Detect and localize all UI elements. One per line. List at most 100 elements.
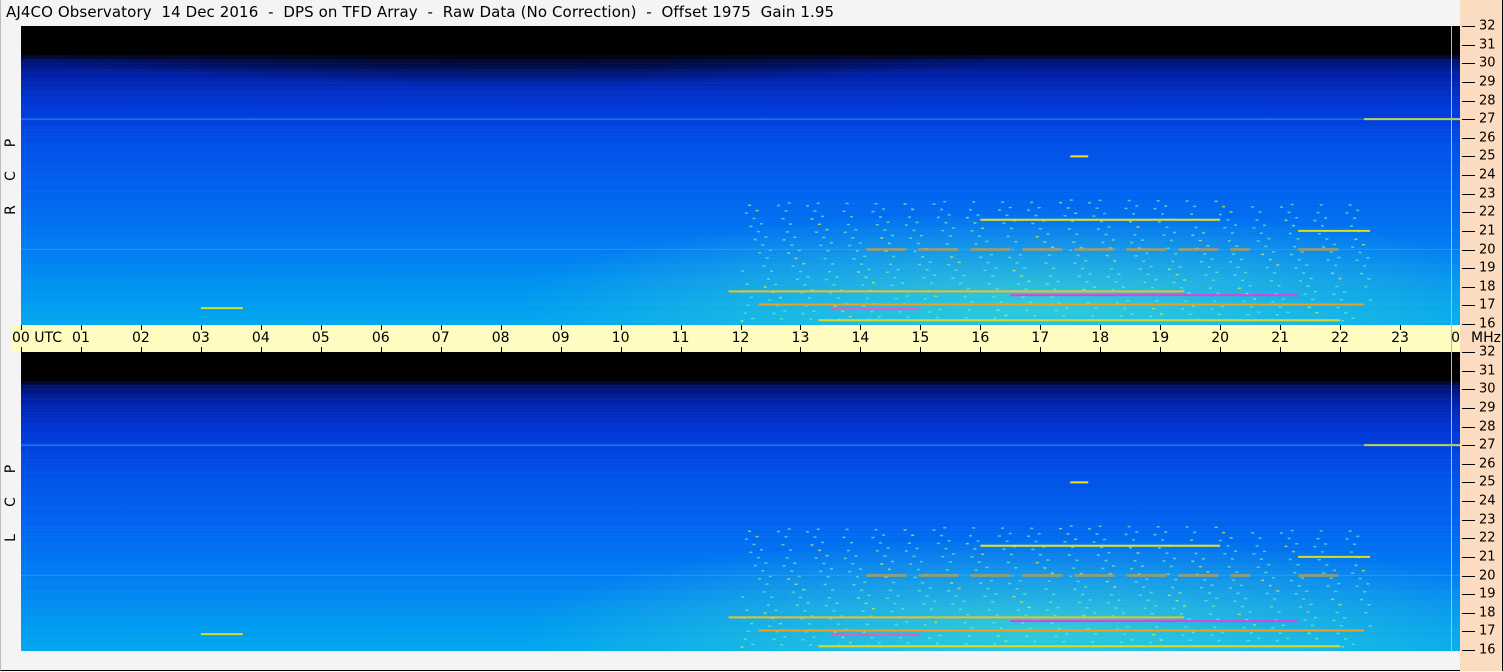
noise-speckle [1152,307,1156,310]
noise-speckle [1206,571,1210,573]
noise-speckle [1288,558,1292,561]
noise-speckle [1173,231,1177,234]
noise-speckle [915,547,919,550]
noise-speckle [753,238,757,241]
noise-speckle [1303,293,1307,295]
noise-speckle [996,635,1000,637]
noise-speckle [1201,558,1205,560]
noise-speckle [1164,531,1168,533]
noise-speckle [1165,552,1169,554]
noise-speckle [994,593,998,595]
noise-speckle [1175,273,1179,276]
noise-speckle [1296,238,1300,240]
noise-speckle [1057,301,1061,304]
noise-speckle [1162,560,1166,562]
noise-speckle [848,315,852,318]
noise-speckle [904,224,908,226]
noise-speckle [1277,611,1281,613]
noise-speckle [893,602,897,605]
noise-speckle [913,576,917,579]
noise-speckle [1142,586,1146,588]
noise-speckle [1077,275,1081,278]
noise-speckle [787,528,791,530]
noise-speckle [1133,234,1137,236]
noise-speckle [1135,205,1139,207]
noise-speckle [783,636,787,638]
noise-speckle [879,542,883,544]
noise-speckle [1293,245,1297,248]
noise-speckle [1008,582,1012,585]
noise-speckle [1134,255,1138,257]
freq-tick [1462,156,1475,158]
noise-speckle [976,214,980,216]
noise-speckle [817,549,821,552]
noise-speckle [744,212,748,214]
noise-speckle [806,276,810,278]
noise-speckle [1050,572,1054,575]
noise-speckle [879,216,883,218]
noise-speckle [952,553,956,555]
noise-speckle [832,610,836,612]
noise-speckle [1183,605,1187,607]
freq-tick-label: 26 [1479,130,1496,146]
noise-speckle [1354,238,1358,241]
noise-speckle [1159,639,1163,641]
noise-speckle [1012,595,1016,598]
noise-speckle [909,563,913,565]
freq-tick [1462,100,1475,102]
noise-speckle [1305,264,1309,266]
noise-speckle [1185,200,1189,202]
noise-speckle [1098,199,1102,202]
freq-tick [1462,175,1475,176]
noise-speckle [749,551,753,554]
noise-speckle [785,557,789,559]
noise-speckle [1099,220,1103,223]
noise-speckle [832,284,836,286]
noise-speckle [1059,527,1063,530]
noise-speckle [1331,598,1335,601]
noise-speckle [835,276,839,278]
noise-speckle [972,527,976,529]
noise-speckle [799,270,803,273]
noise-speckle [1104,233,1108,236]
noise-speckle [787,578,791,580]
noise-speckle [906,316,910,318]
noise-speckle [1286,311,1290,314]
noise-speckle [766,604,770,606]
noise-speckle [1320,225,1324,227]
time-tick-label: 20 [1211,330,1230,346]
noise-speckle [831,263,835,265]
noise-speckle [996,309,1000,311]
noise-speckle [856,271,860,273]
noise-speckle [807,297,811,299]
noise-speckle [933,274,937,277]
noise-speckle [992,622,996,624]
noise-speckle [777,530,781,533]
noise-speckle [1111,565,1115,567]
noise-speckle [941,555,945,558]
noise-speckle [1173,557,1177,560]
noise-speckle [1353,543,1357,545]
noise-speckle [1303,619,1307,621]
noise-speckle [1220,631,1224,634]
noise-speckle [1005,214,1009,217]
noise-speckle [1038,554,1042,556]
noise-speckle [877,316,881,318]
noise-speckle [787,252,791,254]
noise-speckle [1241,279,1245,282]
noise-speckle [1309,603,1313,606]
noise-speckle [1149,591,1153,594]
noise-speckle [1226,219,1230,221]
noise-speckle [938,634,942,637]
freq-tick [1462,463,1475,465]
time-tick-label: 05 [311,330,330,346]
noise-speckle [1344,312,1348,314]
noise-speckle [951,277,955,279]
noise-speckle [909,237,913,239]
noise-speckle [1290,253,1294,256]
noise-speckle [756,230,760,233]
freq-tick-label: 27 [1479,111,1496,127]
noise-speckle [928,637,932,639]
noise-speckle [780,317,784,320]
noise-speckle [979,256,983,258]
